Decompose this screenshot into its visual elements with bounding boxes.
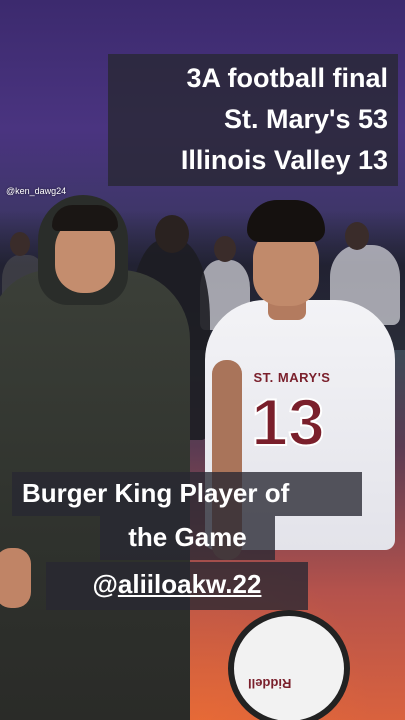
jersey-number: 13 [250,384,325,460]
background-person-head [10,232,30,256]
mention-handle[interactable]: aliiloakw.22 [118,569,262,599]
mention-at-sign: @ [92,569,118,599]
award-caption-line-1: Burger King Player of [12,472,362,516]
helmet-brand-text: Riddell [248,676,292,691]
man-hair [52,205,118,231]
score-caption: 3A football final St. Mary's 53 Illinois… [108,54,398,186]
photo-credit-tag[interactable]: @ken_dawg24 [6,186,66,196]
player-hair [247,200,325,242]
background-player-head [345,222,369,250]
man-hand [0,548,31,608]
background-player-head [214,236,236,262]
background-coach-head [155,215,189,253]
award-caption-line-2: the Game [100,516,275,560]
mention-tag[interactable]: @aliiloakw.22 [46,562,308,610]
score-caption-line-3: Illinois Valley 13 [180,145,388,175]
score-caption-line-1: 3A football final [186,63,389,93]
score-caption-line-2: St. Mary's 53 [223,104,388,134]
football-helmet [228,610,350,720]
